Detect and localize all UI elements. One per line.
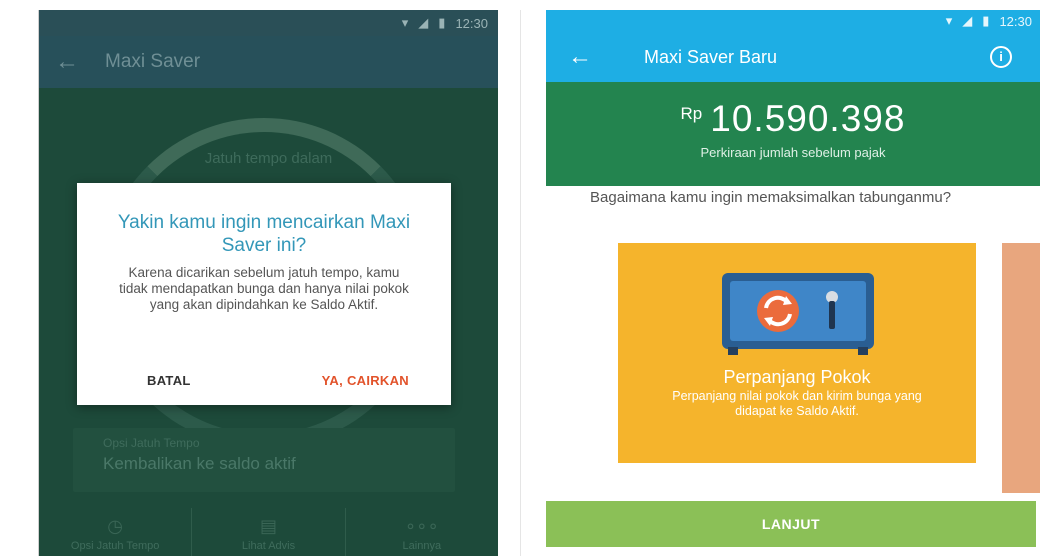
wifi-icon: ▾ [945, 13, 953, 28]
bottom-nav: ◷ Opsi Jatuh Tempo ▤ Lihat Advis ∘∘∘ Lai… [39, 508, 498, 556]
right-phone-screen: ▾ ◢ ▮ 12:30 ← Maxi Saver Baru i Rp 10.59… [546, 10, 1040, 556]
back-arrow-icon[interactable]: ← [39, 48, 95, 76]
continue-button[interactable]: LANJUT [546, 501, 1036, 547]
question-text: Bagaimana kamu ingin memaksimalkan tabun… [590, 189, 952, 206]
status-bar: ▾ ◢ ▮ 12:30 [546, 10, 1040, 32]
status-time: 12:30 [999, 13, 1032, 29]
amount-caption: Perkiraan jumlah sebelum pajak [700, 145, 886, 160]
nav-maturity-option[interactable]: ◷ Opsi Jatuh Tempo [39, 508, 193, 556]
nav-label: Opsi Jatuh Tempo [70, 540, 160, 552]
clock-icon: ◷ [107, 516, 124, 536]
option-value: Kembalikan ke saldo aktif [103, 454, 296, 473]
amount-banner: Rp 10.590.398 Perkiraan jumlah sebelum p… [546, 82, 1040, 186]
nav-more[interactable]: ∘∘∘ Lainnya [346, 508, 498, 556]
confirm-dialog: Yakin kamu ingin mencairkan Maxi Saver i… [77, 183, 451, 405]
due-label: Jatuh tempo dalam [204, 150, 333, 167]
more-icon: ∘∘∘ [404, 516, 439, 536]
maturity-option-card[interactable]: Opsi Jatuh Tempo Kembalikan ke saldo akt… [73, 428, 455, 492]
option-label: Opsi Jatuh Tempo [103, 436, 200, 450]
status-time: 12:30 [455, 15, 488, 31]
page-title: Maxi Saver [105, 51, 201, 72]
confirm-button[interactable]: YA, CAIRKAN [322, 373, 409, 388]
safe-icon [722, 273, 874, 355]
nav-label: Lainnya [402, 540, 442, 552]
signal-icon: ◢ [418, 15, 429, 30]
amount-value: 10.590.398 [710, 98, 906, 139]
back-arrow-icon[interactable]: ← [546, 43, 614, 71]
card-description: Perpanjang nilai pokok dan kirim bunga y… [672, 389, 922, 418]
cancel-button[interactable]: BATAL [147, 373, 191, 388]
app-bar: ← Maxi Saver [39, 36, 498, 88]
card-title: Perpanjang Pokok [723, 367, 871, 387]
extend-principal-card[interactable]: Perpanjang Pokok Perpanjang nilai pokok … [618, 243, 976, 463]
nav-view-advice[interactable]: ▤ Lihat Advis [192, 508, 346, 556]
signal-icon: ◢ [962, 13, 973, 28]
dialog-title: Yakin kamu ingin mencairkan Maxi Saver i… [117, 212, 411, 256]
app-bar: ← Maxi Saver Baru i [546, 32, 1040, 82]
battery-icon: ▮ [438, 15, 446, 30]
screenshot-page: ▾ ◢ ▮ 12:30 ← Maxi Saver Jatuh tempo dal… [0, 0, 1058, 556]
wifi-icon: ▾ [401, 15, 409, 30]
battery-icon: ▮ [982, 13, 990, 28]
info-icon[interactable]: i [990, 46, 1012, 68]
nav-label: Lihat Advis [241, 540, 296, 552]
document-icon: ▤ [259, 516, 277, 536]
divider [520, 10, 521, 556]
currency-label: Rp [680, 104, 703, 123]
dialog-message: Karena dicarikan sebelum jatuh tempo, ka… [119, 265, 409, 312]
next-option-card[interactable] [1002, 243, 1040, 493]
status-bar: ▾ ◢ ▮ 12:30 [39, 10, 498, 36]
page-title: Maxi Saver Baru [644, 46, 778, 67]
